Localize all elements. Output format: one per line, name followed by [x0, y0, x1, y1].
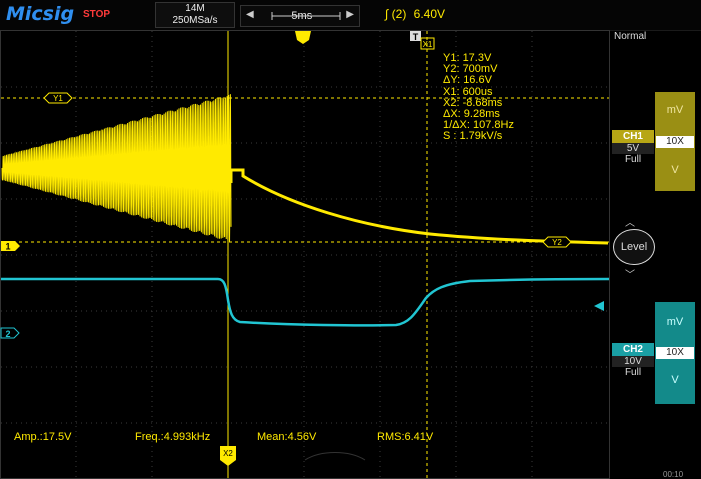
waveform-display: T X1 X2 Y1 Y2 1 2 [0, 12, 609, 478]
ch1-unit-bottom: V [671, 164, 679, 176]
ch1-info[interactable]: CH1 5V Full [612, 130, 654, 165]
svg-text:2: 2 [5, 329, 10, 339]
ch2-scale: 10V [612, 356, 654, 367]
clock-readout: 00:10 [663, 470, 684, 479]
svg-text:X2: X2 [223, 449, 233, 458]
ch2-unit-bottom: V [671, 374, 679, 386]
measurement-frequency[interactable]: Freq.:4.993kHz [135, 431, 210, 443]
trigger-position-marker[interactable]: T [410, 31, 421, 42]
ch1-waveform-decay [229, 168, 609, 245]
cursor-slope: S : 1.79kV/s [443, 130, 503, 143]
ch2-waveform [1, 277, 609, 327]
measurement-amplitude[interactable]: Amp.:17.5V [14, 431, 71, 443]
ch2-offset-arrow-icon[interactable] [594, 301, 604, 311]
ch2-label: CH2 [612, 343, 654, 356]
cursor-x1-marker[interactable]: X1 [420, 37, 435, 50]
ch1-scale: 5V [612, 143, 654, 154]
ch2-ground-marker[interactable]: 2 [0, 327, 20, 339]
cursor-delta-y: ΔY: 16.6V [443, 74, 492, 87]
ch1-ground-marker[interactable]: 1 [1, 241, 20, 252]
ch1-label: CH1 [612, 130, 654, 143]
ch2-info[interactable]: CH2 10V Full [612, 343, 654, 378]
cursor-readout: Y1: 17.3V Y2: 700mV ΔY: 16.6V X1: 600us … [443, 52, 514, 143]
ch1-unit-top: mV [666, 104, 684, 116]
ch1-probe-ratio[interactable]: 10X [656, 136, 694, 148]
svg-text:Y2: Y2 [552, 238, 562, 247]
measurement-mean[interactable]: Mean:4.56V [257, 431, 316, 443]
level-knob[interactable]: Level [613, 229, 655, 265]
ch2-bandwidth: Full [624, 367, 642, 378]
ch2-unit-top: mV [666, 316, 684, 328]
cursor-y2-marker[interactable]: Y2 [542, 236, 572, 248]
svg-text:T: T [413, 32, 419, 42]
cursor-y1-marker[interactable]: Y1 [43, 92, 73, 104]
svg-text:Y1: Y1 [53, 94, 63, 103]
level-down-icon[interactable]: ﹀ [625, 266, 635, 281]
ch2-probe-ratio[interactable]: 10X [656, 347, 694, 359]
ch1-waveform-burst [1, 94, 232, 242]
ch1-bandwidth: Full [624, 154, 642, 165]
trigger-mode[interactable]: Normal [614, 31, 646, 42]
svg-text:X1: X1 [423, 40, 433, 49]
svg-text:1: 1 [5, 242, 10, 252]
measurement-rms[interactable]: RMS:6.41V [377, 431, 433, 443]
cursor-x2-marker[interactable]: X2 [220, 446, 236, 466]
cursor-marker-top[interactable] [271, 12, 341, 44]
level-up-icon[interactable]: ︿ [625, 214, 635, 229]
